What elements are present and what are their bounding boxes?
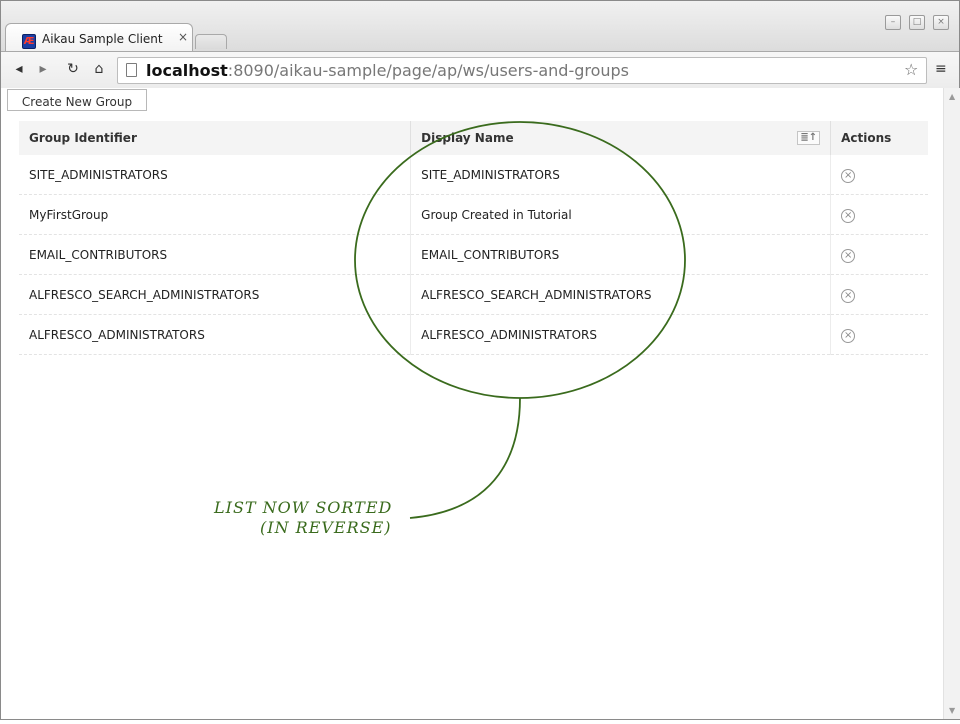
address-bar[interactable]: localhost:8090/aikau-sample/page/ap/ws/u… — [117, 57, 927, 84]
delete-icon[interactable]: × — [841, 208, 856, 223]
groups-table: Group Identifier Display Name ≣↑ Actions … — [19, 121, 928, 355]
page-content: Create New Group Group Identifier Displa… — [1, 88, 943, 719]
favicon-icon: Æ — [22, 34, 36, 49]
actions-cell: × — [830, 234, 928, 275]
new-tab-button[interactable] — [195, 34, 227, 49]
display-name-cell: EMAIL_CONTRIBUTORS — [410, 234, 832, 275]
table-row: SITE_ADMINISTRATORS SITE_ADMINISTRATORS … — [19, 155, 928, 195]
table-row: MyFirstGroup Group Created in Tutorial × — [19, 194, 928, 235]
url-host: localhost — [146, 61, 228, 80]
group-identifier-cell: SITE_ADMINISTRATORS — [19, 155, 412, 195]
display-name-cell: Group Created in Tutorial — [410, 194, 832, 235]
scroll-up-arrow-icon[interactable]: ▲ — [949, 92, 955, 101]
reload-icon[interactable]: ↻ — [65, 61, 81, 77]
url-text[interactable]: localhost:8090/aikau-sample/page/ap/ws/u… — [146, 61, 629, 80]
display-name-cell: ALFRESCO_SEARCH_ADMINISTRATORS — [410, 274, 832, 315]
minimize-icon[interactable]: – — [885, 15, 901, 30]
actions-cell: × — [830, 155, 928, 195]
delete-icon[interactable]: × — [841, 168, 856, 183]
actions-cell: × — [830, 194, 928, 235]
table-row: ALFRESCO_ADMINISTRATORS ALFRESCO_ADMINIS… — [19, 314, 928, 355]
delete-icon[interactable]: × — [841, 248, 856, 263]
actions-cell: × — [830, 274, 928, 315]
column-header-group-identifier[interactable]: Group Identifier — [19, 121, 412, 155]
group-identifier-cell: EMAIL_CONTRIBUTORS — [19, 234, 412, 275]
table-row: ALFRESCO_SEARCH_ADMINISTRATORS ALFRESCO_… — [19, 274, 928, 315]
delete-icon[interactable]: × — [841, 288, 856, 303]
scroll-down-arrow-icon[interactable]: ▼ — [949, 706, 955, 715]
sort-descending-icon[interactable]: ≣↑ — [797, 131, 821, 145]
tab-close-icon[interactable]: × — [178, 30, 188, 44]
back-icon[interactable]: ◂ — [11, 61, 27, 77]
bookmark-star-icon[interactable]: ☆ — [904, 60, 918, 79]
table-header-row: Group Identifier Display Name ≣↑ Actions — [19, 121, 928, 155]
delete-icon[interactable]: × — [841, 328, 856, 343]
group-identifier-cell: MyFirstGroup — [19, 194, 412, 235]
column-header-actions: Actions — [830, 121, 928, 155]
maximize-icon[interactable]: □ — [909, 15, 925, 30]
display-name-cell: SITE_ADMINISTRATORS — [410, 155, 832, 195]
forward-icon[interactable]: ▸ — [35, 61, 51, 77]
actions-header-label: Actions — [841, 131, 892, 145]
create-new-group-button[interactable]: Create New Group — [7, 89, 147, 111]
table-row: EMAIL_CONTRIBUTORS EMAIL_CONTRIBUTORS × — [19, 234, 928, 275]
title-bar: Æ Aikau Sample Client × – □ × — [1, 1, 959, 52]
display-name-cell: ALFRESCO_ADMINISTRATORS — [410, 314, 832, 355]
home-icon[interactable]: ⌂ — [91, 61, 107, 77]
browser-toolbar: ◂ ▸ ↻ ⌂ localhost:8090/aikau-sample/page… — [1, 51, 959, 88]
page-icon — [126, 63, 137, 77]
group-identifier-header-label: Group Identifier — [29, 131, 137, 145]
column-header-display-name[interactable]: Display Name ≣↑ — [410, 121, 832, 155]
vertical-scrollbar[interactable]: ▲ ▼ — [943, 88, 960, 719]
tab-title: Aikau Sample Client — [42, 32, 163, 46]
display-name-header-label: Display Name — [421, 131, 514, 145]
browser-tab[interactable]: Æ Aikau Sample Client × — [5, 23, 193, 52]
group-identifier-cell: ALFRESCO_SEARCH_ADMINISTRATORS — [19, 274, 412, 315]
group-identifier-cell: ALFRESCO_ADMINISTRATORS — [19, 314, 412, 355]
actions-cell: × — [830, 314, 928, 355]
browser-menu-icon[interactable]: ≡ — [935, 61, 947, 77]
browser-window: Æ Aikau Sample Client × – □ × ◂ ▸ ↻ ⌂ lo… — [0, 0, 960, 720]
url-path: :8090/aikau-sample/page/ap/ws/users-and-… — [227, 61, 630, 80]
close-window-icon[interactable]: × — [933, 15, 949, 30]
